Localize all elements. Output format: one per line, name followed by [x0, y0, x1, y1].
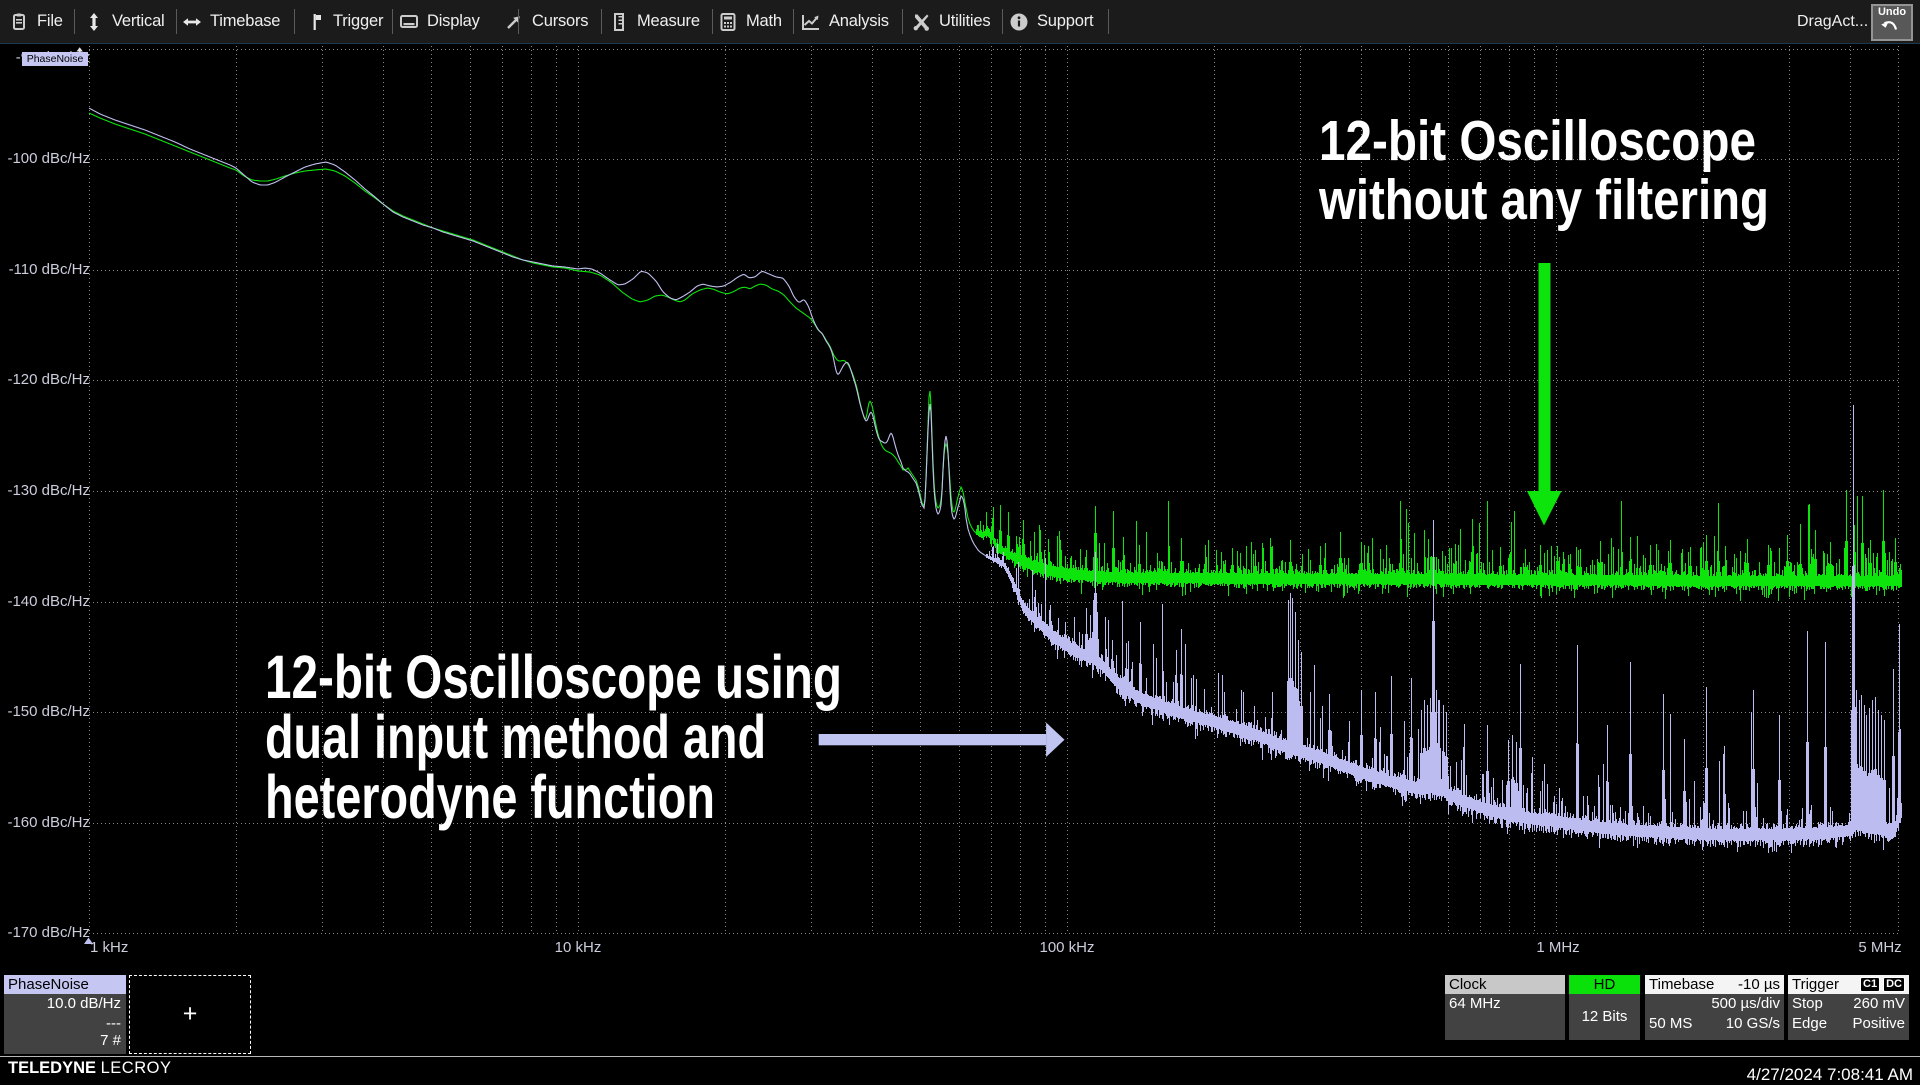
svg-text:heterodyne function: heterodyne function [265, 763, 715, 831]
svg-text:dual input method and: dual input method and [265, 703, 766, 771]
svg-text:12-bit Oscilloscope using: 12-bit Oscilloscope using [265, 643, 842, 711]
svg-text:12-bit Oscilloscope: 12-bit Oscilloscope [1319, 109, 1756, 173]
svg-text:without any filtering: without any filtering [1318, 168, 1769, 232]
